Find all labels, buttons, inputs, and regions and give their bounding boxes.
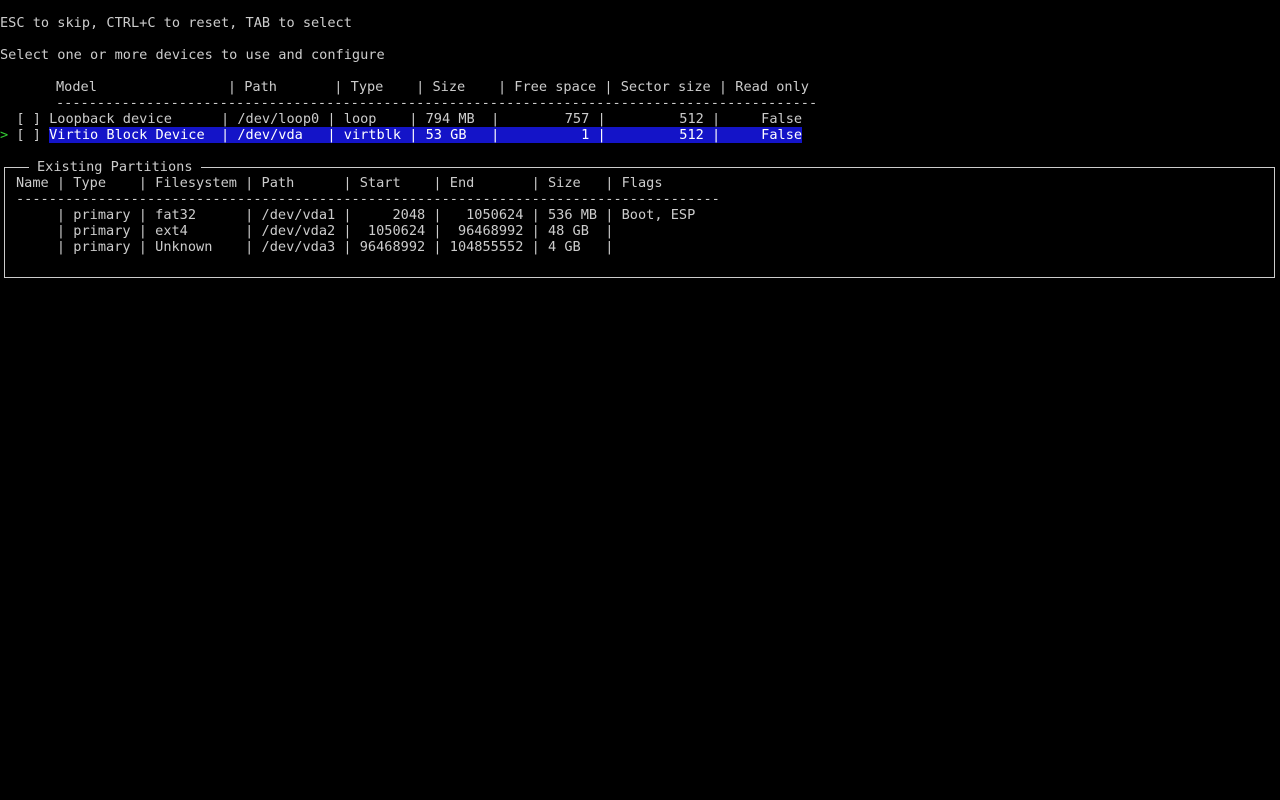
device-table-header: Model | Path | Type | Size | Free space … xyxy=(56,79,809,95)
device-row-text: Virtio Block Device | /dev/vda | virtblk… xyxy=(49,127,803,143)
device-checkbox[interactable]: [ ] xyxy=(16,127,41,143)
partition-table-header: Name | Type | Filesystem | Path | Start … xyxy=(16,175,663,191)
partition-row: | primary | fat32 | /dev/vda1 | 2048 | 1… xyxy=(16,207,696,223)
partition-row: | primary | ext4 | /dev/vda2 | 1050624 |… xyxy=(16,223,614,239)
partition-table-separator: ----------------------------------------… xyxy=(16,191,720,207)
partitions-title: Existing Partitions xyxy=(29,159,201,175)
terminal-screen: { "hint": "ESC to skip, CTRL+C to reset,… xyxy=(0,0,1280,800)
key-hint: ESC to skip, CTRL+C to reset, TAB to sel… xyxy=(0,15,352,31)
row-cursor xyxy=(0,111,8,127)
device-row-text: Loopback device | /dev/loop0 | loop | 79… xyxy=(49,111,803,127)
row-cursor-icon: > xyxy=(0,127,9,143)
device-row-loopback[interactable]: [ ] Loopback device | /dev/loop0 | loop … xyxy=(0,111,802,127)
device-checkbox[interactable]: [ ] xyxy=(16,111,41,127)
partition-row: | primary | Unknown | /dev/vda3 | 964689… xyxy=(16,239,614,255)
device-row-virtio[interactable]: > [ ] Virtio Block Device | /dev/vda | v… xyxy=(0,127,803,143)
page-prompt: Select one or more devices to use and co… xyxy=(0,47,385,63)
device-table-separator: ----------------------------------------… xyxy=(56,95,818,111)
